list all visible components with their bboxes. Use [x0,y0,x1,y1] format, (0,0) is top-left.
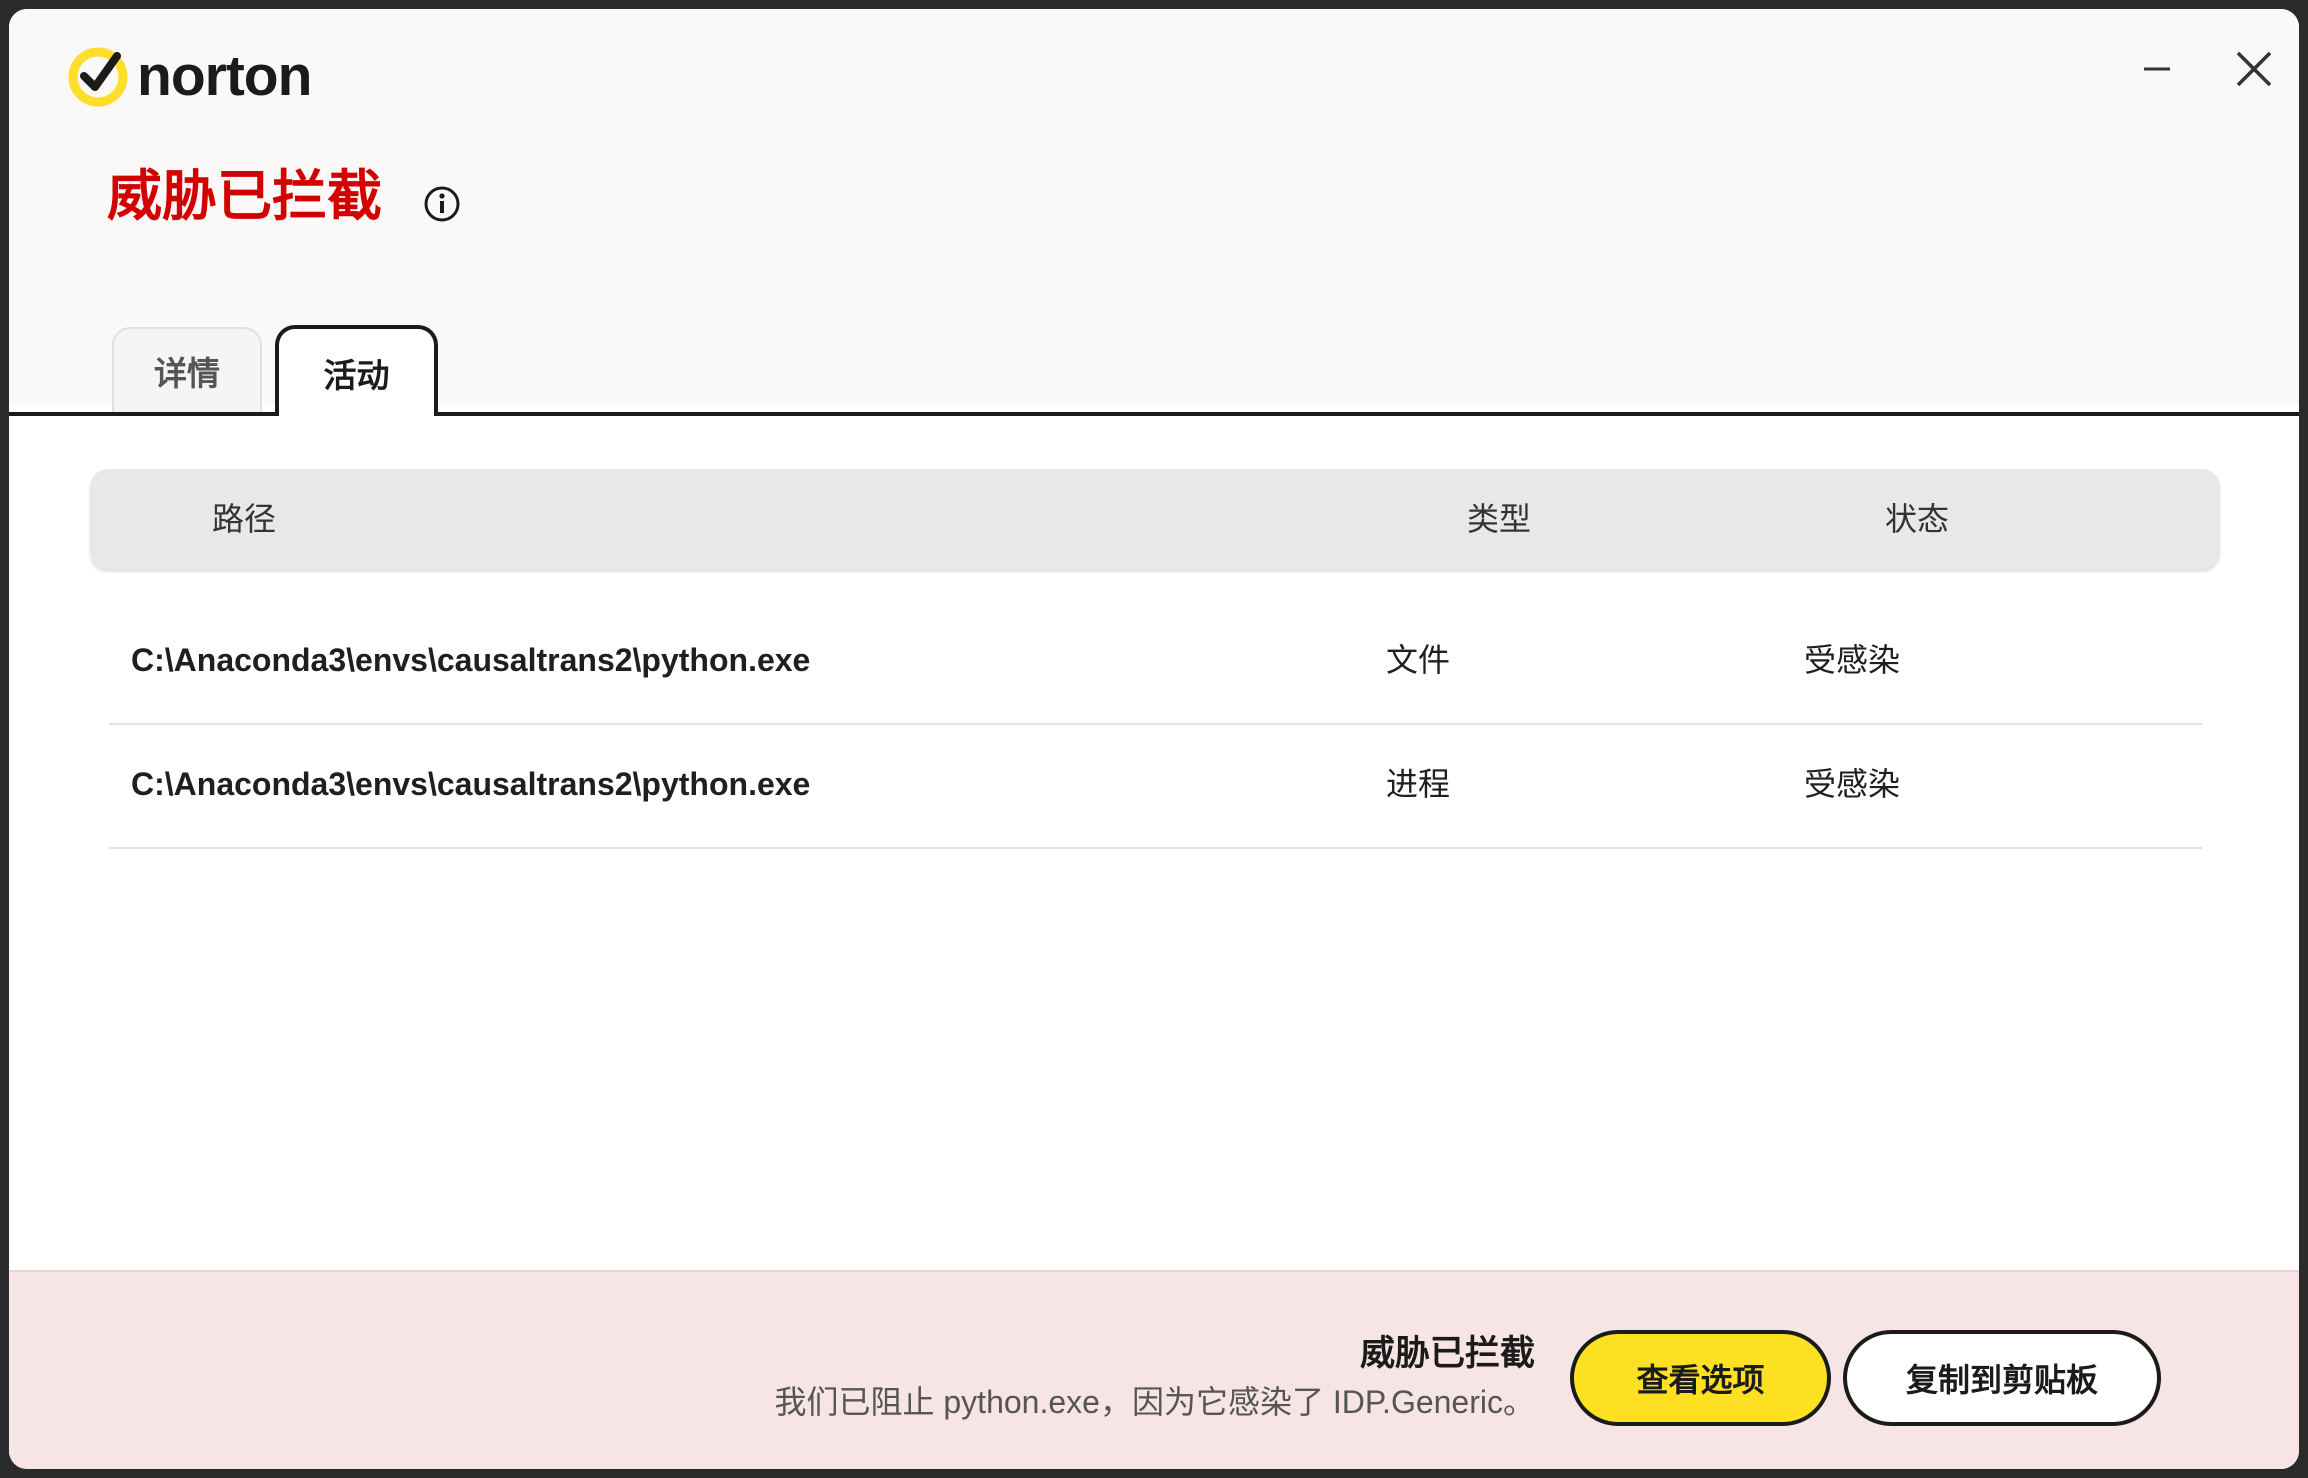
tab-activity[interactable]: 活动 [275,325,438,416]
norton-logo: norton [67,39,312,113]
threat-blocked-window: norton 威胁已拦截 详情 活动 路径 类型 状态 C:\Anaconda3… [9,9,2299,1469]
norton-check-icon [68,47,128,107]
column-header-path: 路径 [212,501,277,537]
minimize-button[interactable] [2127,39,2187,99]
tab-details[interactable]: 详情 [112,327,262,412]
page-title: 威胁已拦截 [107,165,383,227]
footer-message: 我们已阻止 python.exe，因为它感染了 IDP.Generic。 [774,1384,1535,1420]
close-button[interactable] [2224,39,2284,99]
table-row: C:\Anaconda3\envs\causaltrans2\python.ex… [109,725,2202,849]
tab-bar: 详情 活动 [9,325,2299,416]
footer-bar: 威胁已拦截 我们已阻止 python.exe，因为它感染了 IDP.Generi… [9,1270,2299,1469]
footer-title: 威胁已拦截 [1359,1334,1535,1373]
row-status: 受感染 [1804,766,1901,802]
brand-name: norton [137,43,312,108]
header: norton 威胁已拦截 详情 活动 [9,9,2299,416]
copy-to-clipboard-button[interactable]: 复制到剪贴板 [1843,1330,2161,1426]
view-options-button[interactable]: 查看选项 [1570,1330,1831,1426]
column-header-type: 类型 [1467,501,1532,537]
row-status: 受感染 [1804,642,1901,678]
close-icon [2236,51,2272,87]
row-path: C:\Anaconda3\envs\causaltrans2\python.ex… [131,642,811,678]
row-type: 文件 [1386,642,1451,678]
column-header-status: 状态 [1885,501,1950,537]
minimize-icon [2144,67,2170,71]
table-header: 路径 类型 状态 [90,469,2220,569]
row-path: C:\Anaconda3\envs\causaltrans2\python.ex… [131,766,811,802]
row-type: 进程 [1386,766,1451,802]
table-row: C:\Anaconda3\envs\causaltrans2\python.ex… [109,601,2202,725]
info-icon[interactable] [423,185,461,223]
